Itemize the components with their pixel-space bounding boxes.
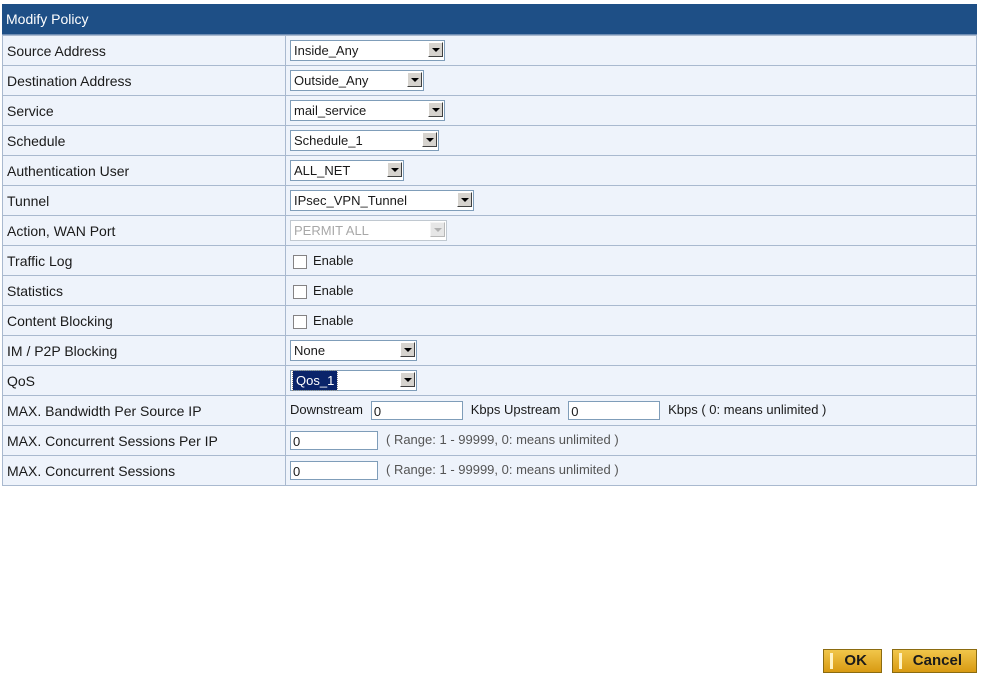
bandwidth-hint: Kbps ( 0: means unlimited )	[668, 402, 827, 418]
chevron-down-icon[interactable]	[457, 192, 472, 207]
traffic-log-label: Traffic Log	[2, 245, 286, 276]
statistics-enable-label: Enable	[313, 283, 354, 299]
max-sessions-per-ip-input[interactable]: 0	[290, 431, 378, 450]
schedule-value: Schedule_1	[294, 133, 363, 148]
action-wan-port-label: Action, WAN Port	[2, 215, 286, 246]
action-wan-port-select: PERMIT ALL	[290, 220, 447, 241]
traffic-log-checkbox[interactable]	[293, 254, 307, 269]
row-authentication-user: Authentication User ALL_NET	[2, 155, 977, 186]
max-sessions-label: MAX. Concurrent Sessions	[2, 455, 286, 486]
max-bandwidth-label: MAX. Bandwidth Per Source IP	[2, 395, 286, 426]
chevron-down-icon[interactable]	[428, 102, 443, 117]
downstream-input[interactable]: 0	[370, 401, 463, 420]
cancel-button[interactable]: Cancel	[891, 649, 977, 673]
row-tunnel: Tunnel IPsec_VPN_Tunnel	[2, 185, 977, 216]
service-value: mail_service	[294, 103, 367, 118]
max-sessions-per-ip-hint: ( Range: 1 - 99999, 0: means unlimited )	[386, 432, 619, 448]
max-sessions-hint: ( Range: 1 - 99999, 0: means unlimited )	[386, 462, 619, 478]
downstream-label: Downstream	[290, 402, 363, 418]
action-buttons: OK Cancel	[817, 649, 977, 673]
content-blocking-label: Content Blocking	[2, 305, 286, 336]
row-max-bandwidth: MAX. Bandwidth Per Source IP Downstream …	[2, 395, 977, 426]
row-qos: QoS Qos_1	[2, 365, 977, 396]
im-p2p-blocking-select[interactable]: None	[290, 340, 417, 361]
max-sessions-input[interactable]: 0	[290, 461, 378, 480]
max-sessions-per-ip-label: MAX. Concurrent Sessions Per IP	[2, 425, 286, 456]
row-traffic-log: Traffic Log Enable	[2, 245, 977, 276]
content-blocking-enable-label: Enable	[313, 313, 354, 329]
content-blocking-checkbox[interactable]	[293, 314, 307, 329]
kbps-upstream-label: Kbps Upstream	[470, 402, 561, 418]
row-statistics: Statistics Enable	[2, 275, 977, 306]
tunnel-label: Tunnel	[2, 185, 286, 216]
chevron-down-icon[interactable]	[407, 72, 422, 87]
source-address-label: Source Address	[2, 35, 286, 66]
ok-button[interactable]: OK	[823, 649, 882, 673]
authentication-user-select[interactable]: ALL_NET	[290, 160, 404, 181]
row-destination-address: Destination Address Outside_Any	[2, 65, 977, 96]
chevron-down-icon[interactable]	[387, 162, 402, 177]
panel-title: Modify Policy	[2, 4, 977, 35]
schedule-label: Schedule	[2, 125, 286, 156]
row-max-sessions-per-ip: MAX. Concurrent Sessions Per IP 0 ( Range…	[2, 425, 977, 456]
schedule-select[interactable]: Schedule_1	[290, 130, 439, 151]
destination-address-label: Destination Address	[2, 65, 286, 96]
im-p2p-blocking-value: None	[294, 343, 326, 358]
policy-form-table: Source Address Inside_Any Destination Ad…	[2, 35, 977, 486]
traffic-log-enable-label: Enable	[313, 253, 354, 269]
row-service: Service mail_service	[2, 95, 977, 126]
row-max-sessions: MAX. Concurrent Sessions 0 ( Range: 1 - 9…	[2, 455, 977, 486]
authentication-user-label: Authentication User	[2, 155, 286, 186]
service-select[interactable]: mail_service	[290, 100, 445, 121]
source-address-select[interactable]: Inside_Any	[290, 40, 445, 61]
row-im-p2p-blocking: IM / P2P Blocking None	[2, 335, 977, 366]
qos-select[interactable]: Qos_1	[290, 370, 417, 391]
destination-address-select[interactable]: Outside_Any	[290, 70, 424, 91]
tunnel-value: IPsec_VPN_Tunnel	[294, 193, 407, 208]
chevron-down-icon[interactable]	[428, 42, 443, 57]
chevron-down-icon[interactable]	[400, 342, 415, 357]
chevron-down-icon[interactable]	[422, 132, 437, 147]
chevron-down-icon[interactable]	[400, 372, 415, 387]
chevron-down-icon	[430, 222, 445, 237]
row-source-address: Source Address Inside_Any	[2, 35, 977, 66]
row-content-blocking: Content Blocking Enable	[2, 305, 977, 336]
source-address-value: Inside_Any	[294, 43, 359, 58]
modify-policy-panel: Modify Policy Source Address Inside_Any …	[2, 4, 977, 486]
statistics-checkbox[interactable]	[293, 284, 307, 299]
destination-address-value: Outside_Any	[294, 73, 369, 88]
action-wan-port-value: PERMIT ALL	[294, 223, 369, 238]
im-p2p-blocking-label: IM / P2P Blocking	[2, 335, 286, 366]
upstream-input[interactable]: 0	[568, 401, 661, 420]
row-action-wan-port: Action, WAN Port PERMIT ALL	[2, 215, 977, 246]
statistics-label: Statistics	[2, 275, 286, 306]
service-label: Service	[2, 95, 286, 126]
authentication-user-value: ALL_NET	[294, 163, 351, 178]
qos-label: QoS	[2, 365, 286, 396]
tunnel-select[interactable]: IPsec_VPN_Tunnel	[290, 190, 474, 211]
row-schedule: Schedule Schedule_1	[2, 125, 977, 156]
qos-value: Qos_1	[291, 370, 339, 391]
